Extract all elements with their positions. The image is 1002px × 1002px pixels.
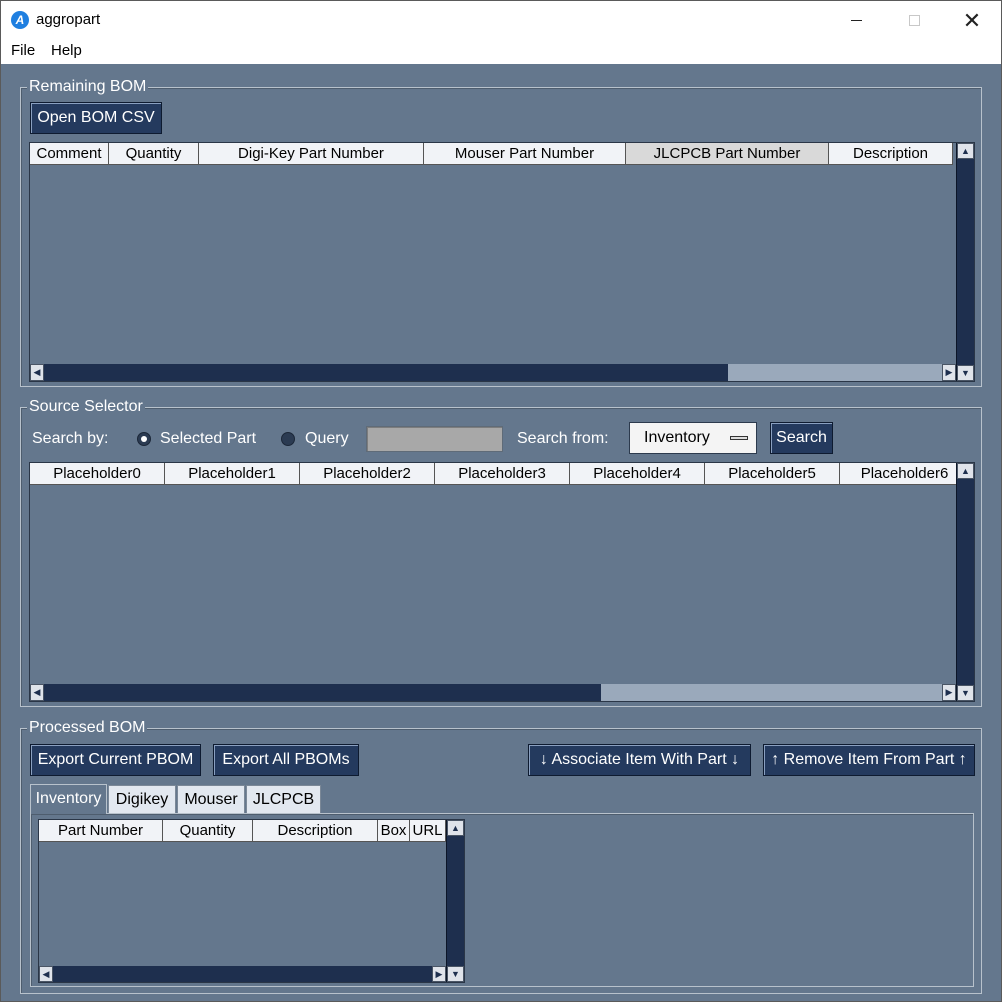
remaining-bom-vscroll[interactable]: ▲ ▼ bbox=[956, 143, 974, 381]
client-area: Remaining BOM Open BOM CSV Comment Quant… bbox=[0, 64, 1002, 1002]
source-results-hscroll[interactable]: ◀ ▶ bbox=[30, 684, 956, 701]
processed-bom-title: Processed BOM bbox=[27, 718, 148, 738]
radio-selected-part-label[interactable]: Selected Part bbox=[160, 430, 256, 448]
hscroll-thumb[interactable] bbox=[53, 966, 432, 982]
scroll-down-icon[interactable]: ▼ bbox=[957, 365, 974, 381]
menu-help[interactable]: Help bbox=[51, 42, 82, 59]
search-by-label: Search by: bbox=[32, 430, 109, 447]
col-mouser-part-number[interactable]: Mouser Part Number bbox=[424, 143, 626, 165]
remaining-bom-title: Remaining BOM bbox=[27, 77, 149, 97]
inventory-header: Part Number Quantity Description Box URL bbox=[39, 820, 446, 842]
remaining-bom-group: Remaining BOM Open BOM CSV Comment Quant… bbox=[20, 77, 982, 387]
minimize-button[interactable] bbox=[827, 1, 885, 40]
hscroll-thumb[interactable] bbox=[44, 364, 728, 381]
remove-item-button[interactable]: ↑ Remove Item From Part ↑ bbox=[763, 744, 975, 776]
scroll-left-icon[interactable]: ◀ bbox=[39, 966, 53, 982]
inventory-vscroll[interactable]: ▲ ▼ bbox=[446, 820, 464, 982]
tab-inventory[interactable]: Inventory bbox=[30, 784, 107, 814]
col-box[interactable]: Box bbox=[378, 820, 410, 842]
col-digikey-part-number[interactable]: Digi-Key Part Number bbox=[199, 143, 424, 165]
export-all-pboms-button[interactable]: Export All PBOMs bbox=[213, 744, 359, 776]
close-button[interactable]: ✕ bbox=[943, 1, 1001, 40]
maximize-button[interactable] bbox=[885, 1, 943, 40]
radio-query-label[interactable]: Query bbox=[305, 430, 349, 448]
scroll-right-icon[interactable]: ▶ bbox=[432, 966, 446, 982]
inventory-hscroll[interactable]: ◀ ▶ bbox=[39, 966, 446, 982]
remaining-bom-header: Comment Quantity Digi-Key Part Number Mo… bbox=[30, 143, 953, 165]
processed-bom-group: Processed BOM Export Current PBOM Export… bbox=[20, 718, 982, 994]
col-part-number[interactable]: Part Number bbox=[39, 820, 163, 842]
scroll-left-icon[interactable]: ◀ bbox=[30, 364, 44, 381]
source-results-vscroll[interactable]: ▲ ▼ bbox=[956, 463, 974, 701]
col-description[interactable]: Description bbox=[253, 820, 378, 842]
scroll-up-icon[interactable]: ▲ bbox=[957, 143, 974, 159]
col-placeholder4[interactable]: Placeholder4 bbox=[570, 463, 705, 485]
col-placeholder1[interactable]: Placeholder1 bbox=[165, 463, 300, 485]
scroll-down-icon[interactable]: ▼ bbox=[957, 685, 974, 701]
app-icon: A bbox=[11, 11, 29, 29]
tab-jlcpcb[interactable]: JLCPCB bbox=[246, 785, 321, 813]
source-selector-title: Source Selector bbox=[27, 397, 145, 417]
tab-digikey[interactable]: Digikey bbox=[108, 785, 176, 813]
radio-selected-part[interactable] bbox=[137, 432, 151, 446]
scroll-left-icon[interactable]: ◀ bbox=[30, 684, 44, 701]
scroll-up-icon[interactable]: ▲ bbox=[447, 820, 464, 836]
hscroll-thumb[interactable] bbox=[44, 684, 601, 701]
remaining-bom-hscroll[interactable]: ◀ ▶ bbox=[30, 364, 956, 381]
window-title: aggropart bbox=[36, 11, 101, 28]
search-from-dropdown[interactable]: Inventory bbox=[629, 422, 757, 454]
maximize-icon bbox=[908, 15, 920, 27]
source-results-table[interactable]: Placeholder0 Placeholder1 Placeholder2 P… bbox=[29, 462, 975, 702]
col-jlcpcb-part-number[interactable]: JLCPCB Part Number bbox=[626, 143, 829, 165]
remaining-bom-table[interactable]: Comment Quantity Digi-Key Part Number Mo… bbox=[29, 142, 975, 382]
export-current-pbom-button[interactable]: Export Current PBOM bbox=[30, 744, 201, 776]
col-description[interactable]: Description bbox=[829, 143, 953, 165]
col-quantity[interactable]: Quantity bbox=[163, 820, 253, 842]
col-placeholder3[interactable]: Placeholder3 bbox=[435, 463, 570, 485]
associate-item-button[interactable]: ↓ Associate Item With Part ↓ bbox=[528, 744, 751, 776]
open-bom-csv-button[interactable]: Open BOM CSV bbox=[30, 102, 162, 134]
col-placeholder2[interactable]: Placeholder2 bbox=[300, 463, 435, 485]
dropdown-indicator-icon bbox=[730, 436, 748, 440]
scroll-up-icon[interactable]: ▲ bbox=[957, 463, 974, 479]
menu-file[interactable]: File bbox=[11, 42, 35, 59]
col-quantity[interactable]: Quantity bbox=[109, 143, 199, 165]
source-results-header: Placeholder0 Placeholder1 Placeholder2 P… bbox=[30, 463, 970, 485]
query-input[interactable] bbox=[366, 426, 503, 452]
col-comment[interactable]: Comment bbox=[30, 143, 109, 165]
radio-query[interactable] bbox=[281, 432, 295, 446]
tab-mouser[interactable]: Mouser bbox=[177, 785, 245, 813]
search-from-value: Inventory bbox=[644, 429, 710, 446]
menu-bar: File Help bbox=[0, 39, 1002, 64]
col-placeholder5[interactable]: Placeholder5 bbox=[705, 463, 840, 485]
source-selector-group: Source Selector Search by: Selected Part… bbox=[20, 397, 982, 707]
col-url[interactable]: URL bbox=[410, 820, 446, 842]
minimize-icon bbox=[850, 20, 862, 22]
scroll-down-icon[interactable]: ▼ bbox=[447, 966, 464, 982]
close-icon: ✕ bbox=[962, 8, 982, 33]
inventory-table[interactable]: Part Number Quantity Description Box URL… bbox=[38, 819, 465, 983]
col-placeholder6[interactable]: Placeholder6 bbox=[840, 463, 970, 485]
scroll-right-icon[interactable]: ▶ bbox=[942, 684, 956, 701]
scroll-right-icon[interactable]: ▶ bbox=[942, 364, 956, 381]
title-bar: A aggropart ✕ bbox=[0, 0, 1002, 39]
search-from-label: Search from: bbox=[517, 430, 609, 447]
tab-panel-inventory: Part Number Quantity Description Box URL… bbox=[30, 813, 974, 987]
col-placeholder0[interactable]: Placeholder0 bbox=[30, 463, 165, 485]
search-button[interactable]: Search bbox=[770, 422, 833, 454]
